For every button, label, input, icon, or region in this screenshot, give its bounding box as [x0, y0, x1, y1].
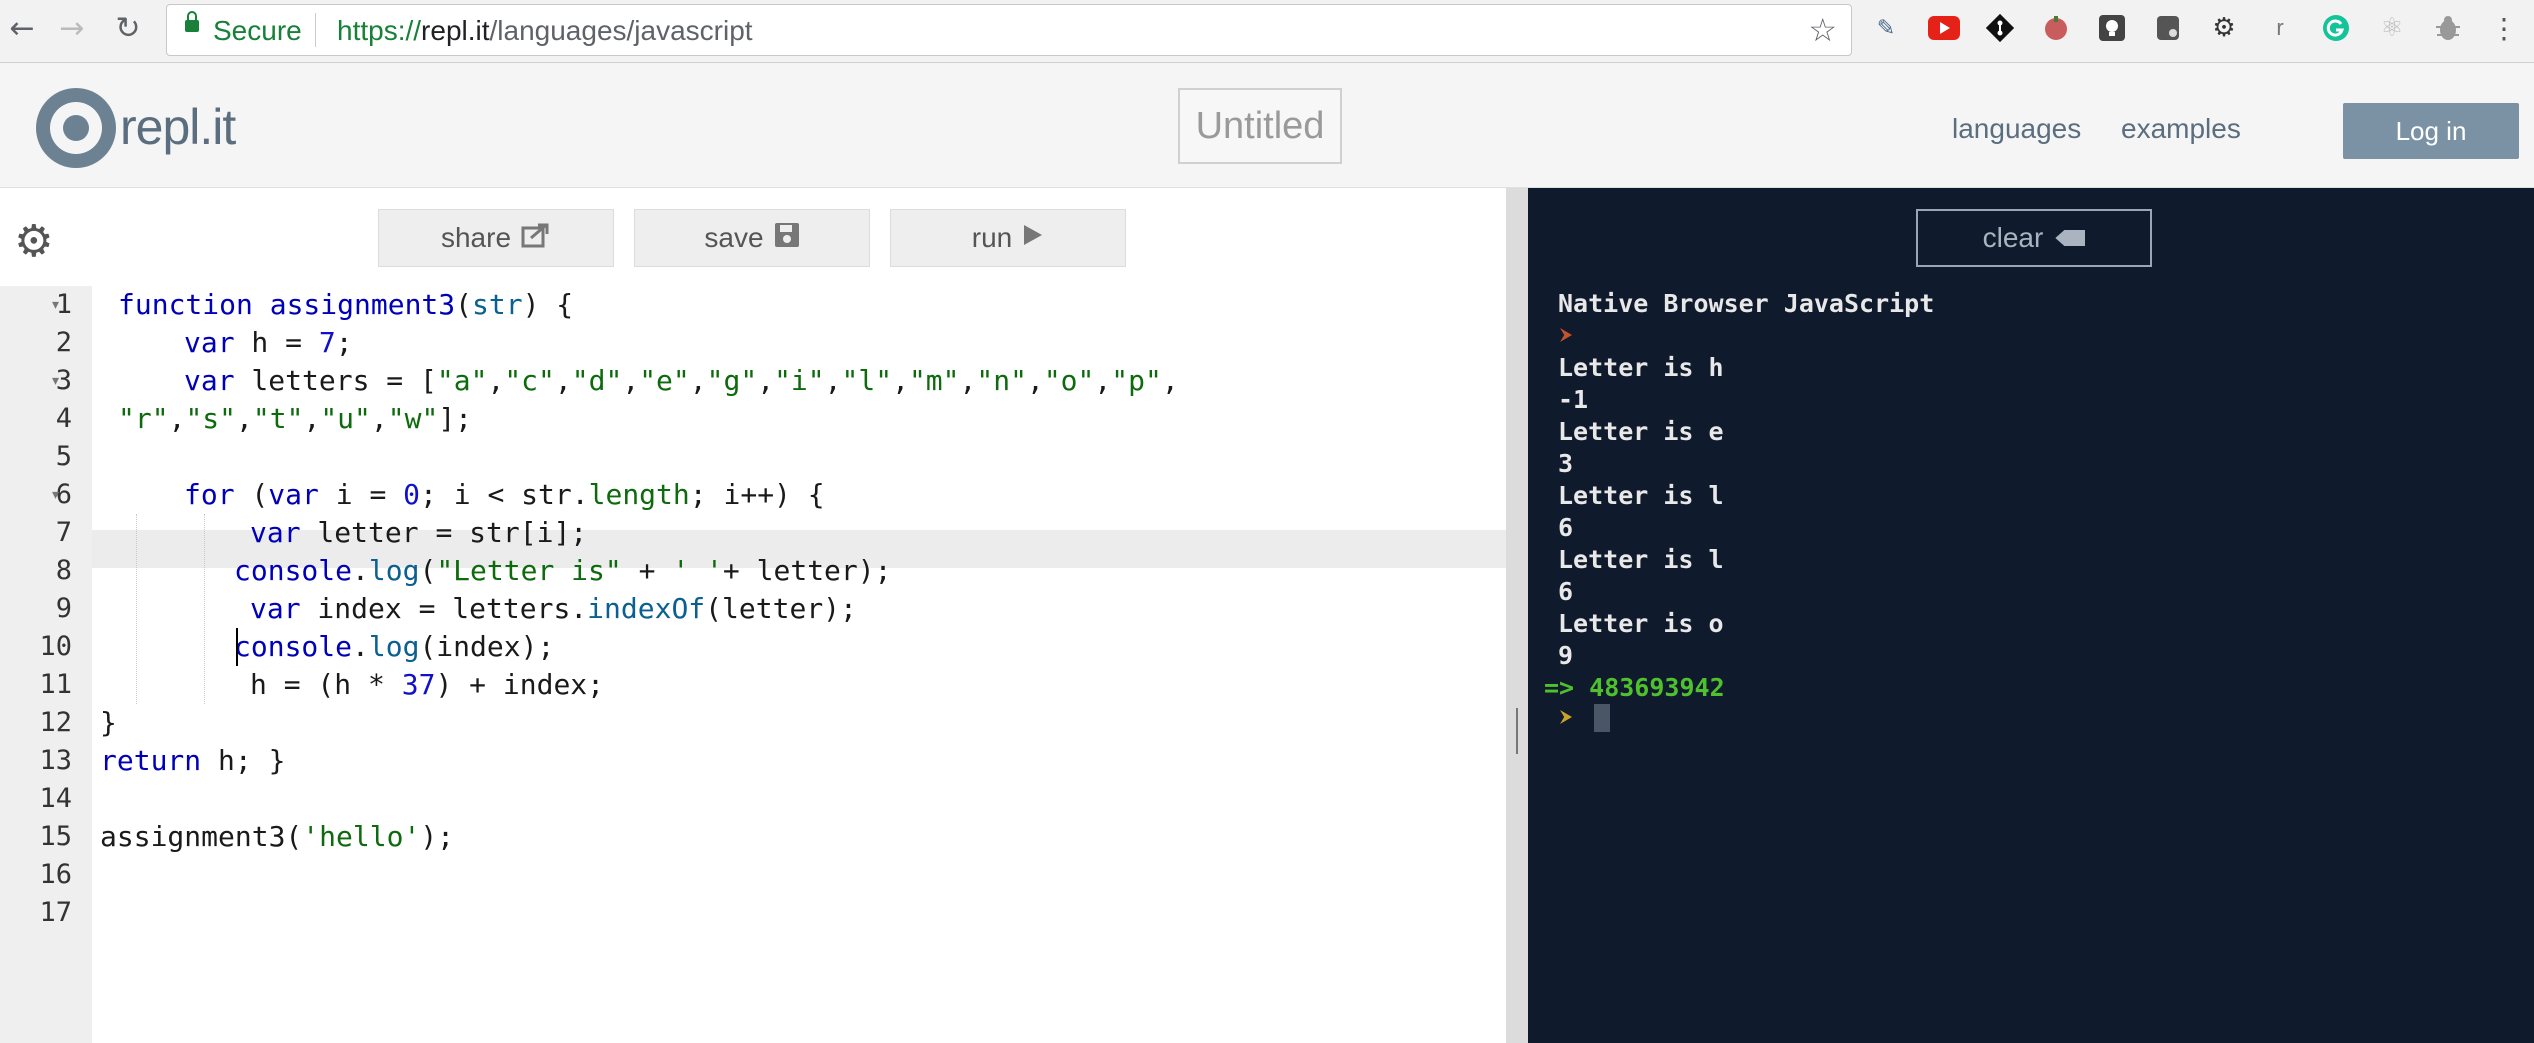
line-number: 4 [55, 403, 72, 434]
r-icon[interactable]: r [2264, 12, 2296, 44]
code-line[interactable]: console.log("Letter is" + ' '+ letter); [234, 552, 891, 590]
bookmark-star-icon[interactable]: ☆ [1808, 11, 1837, 49]
console-header: Native Browser JavaScript [1558, 289, 1935, 318]
code-line[interactable]: console.log(index); [234, 628, 554, 666]
indent-guide [136, 514, 137, 704]
address-bar[interactable]: Secure https://repl.it/languages/javascr… [166, 4, 1852, 56]
save-button[interactable]: save [634, 209, 870, 267]
floppy-disk-icon [774, 222, 800, 254]
console-output-line: -1 [1558, 385, 1589, 414]
fold-arrow-icon[interactable]: ▾ [52, 362, 68, 400]
console-output-line: 3 [1558, 449, 1574, 478]
share-label: share [440, 222, 512, 253]
editor-pane: ⚙ share save run 1 2 3 4 5 6 7 8 9 10 11… [0, 188, 1506, 1043]
code-line[interactable]: assignment3('hello'); [100, 818, 454, 856]
line-number: 8 [55, 555, 72, 586]
share-icon [521, 222, 551, 254]
logo-text[interactable]: repl.it [120, 98, 236, 156]
console-output-line: Letter is h [1558, 353, 1724, 382]
settings-gear-icon[interactable]: ⚙ [14, 216, 53, 267]
bug-icon[interactable] [2432, 12, 2464, 44]
line-number: 13 [39, 745, 72, 776]
repl-logo-icon[interactable] [36, 88, 116, 168]
line-number: 16 [39, 859, 72, 890]
code-line[interactable]: } [100, 704, 117, 742]
code-line[interactable]: var letter = str[i]; [250, 514, 587, 552]
evernote-icon[interactable] [2152, 12, 2184, 44]
nav-languages-link[interactable]: languages [1952, 113, 2081, 145]
console-result: => 483693942 [1544, 673, 1725, 702]
grammarly-icon[interactable] [2320, 12, 2352, 44]
console-output-line: Letter is o [1558, 609, 1724, 638]
line-number: 14 [39, 783, 72, 814]
run-button[interactable]: run [890, 209, 1126, 267]
nav-examples-link[interactable]: examples [2121, 113, 2241, 145]
console-output-line: 6 [1558, 577, 1574, 606]
code-line[interactable]: return h; } [100, 742, 285, 780]
line-number: 5 [55, 441, 72, 472]
console-output-line: Letter is l [1558, 481, 1724, 510]
console-output-line: Letter is l [1558, 545, 1724, 574]
console-output-line: 9 [1558, 641, 1574, 670]
save-label: save [704, 222, 764, 253]
site-header: repl.it Untitled languages examples Log … [0, 63, 2534, 188]
console-pane[interactable]: clear Native Browser JavaScript Letter i… [1528, 188, 2534, 1043]
code-line[interactable]: for (var i = 0; i < str.length; i++) { [184, 476, 825, 514]
backspace-icon [2055, 230, 2086, 246]
reload-icon[interactable]: ↻ [106, 6, 150, 50]
youtube-icon[interactable] [1928, 12, 1960, 44]
url-separator [315, 13, 316, 47]
code-line[interactable]: h = (h * 37) + index; [250, 666, 604, 704]
repl-title-input[interactable]: Untitled [1178, 88, 1342, 164]
secure-label: Secure [213, 15, 302, 46]
resize-handle[interactable] [1516, 708, 1518, 754]
code-line[interactable]: function assignment3(str) { [118, 286, 573, 324]
forward-icon[interactable]: → [50, 6, 94, 50]
login-button[interactable]: Log in [2343, 103, 2519, 159]
line-number: 10 [39, 631, 72, 662]
text-cursor [236, 628, 238, 666]
react-icon[interactable]: ⚛ [2376, 12, 2408, 44]
lightbulb-icon[interactable] [2096, 12, 2128, 44]
back-icon[interactable]: ← [0, 6, 44, 50]
line-number: 15 [39, 821, 72, 852]
console-input-cursor[interactable] [1594, 704, 1610, 732]
fold-arrow-icon[interactable]: ▾ [52, 286, 68, 324]
code-line[interactable]: var index = letters.indexOf(letter); [250, 590, 857, 628]
pane-divider[interactable] [1506, 188, 1528, 1043]
console-output-line: Letter is e [1558, 417, 1724, 446]
indent-guide [204, 514, 205, 704]
tomato-icon[interactable] [2040, 12, 2072, 44]
line-number: 2 [55, 327, 72, 358]
line-number: 17 [39, 897, 72, 928]
line-number: 7 [55, 517, 72, 548]
browser-toolbar: ← → ↻ Secure https://repl.it/languages/j… [0, 0, 2534, 63]
line-number: 9 [55, 593, 72, 624]
code-line[interactable]: var h = 7; [184, 324, 353, 362]
code-line[interactable]: "r","s","t","u","w"]; [118, 400, 472, 438]
run-label: run [971, 222, 1013, 253]
play-icon [1022, 223, 1044, 253]
clear-button[interactable]: clear [1916, 209, 2152, 267]
gear-icon[interactable]: ⚙ [2208, 12, 2240, 44]
eyedropper-icon[interactable]: ✎ [1870, 12, 1902, 44]
fold-arrow-icon[interactable]: ▾ [52, 476, 68, 514]
console-output-line: 6 [1558, 513, 1574, 542]
prompt-arrow-icon [1560, 328, 1572, 342]
code-line[interactable]: var letters = ["a","c","d","e","g","i","… [184, 362, 1179, 400]
line-number: 12 [39, 707, 72, 738]
input-prompt-icon [1560, 710, 1572, 724]
git-icon[interactable] [1984, 12, 2016, 44]
more-icon[interactable]: ⋮ [2488, 12, 2520, 45]
clear-label: clear [1982, 222, 2044, 253]
lock-icon [185, 11, 199, 32]
line-number: 11 [39, 669, 72, 700]
url-text[interactable]: https://repl.it/languages/javascript [337, 15, 753, 47]
share-button[interactable]: share [378, 209, 614, 267]
